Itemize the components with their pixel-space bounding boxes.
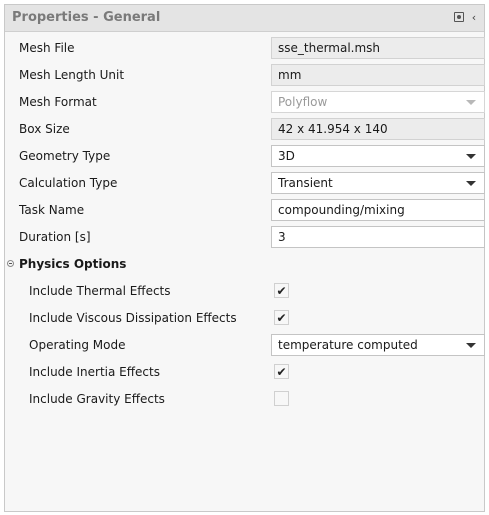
collapse-toggle-icon[interactable] [7, 260, 14, 267]
mesh-file-field: sse_thermal.msh [271, 37, 485, 59]
calculation-type-dropdown[interactable]: Transient [271, 172, 485, 194]
titlebar-icons: ‹ [453, 10, 480, 24]
include-thermal-checkbox[interactable]: ✔ [274, 283, 289, 298]
chevron-down-icon[interactable] [466, 343, 476, 348]
panel-title: Properties - General [12, 10, 161, 25]
chevron-down-icon [466, 100, 476, 105]
duration-label: Duration [s] [19, 230, 91, 244]
box-size-label: Box Size [19, 122, 70, 136]
calculation-type-label: Calculation Type [19, 176, 118, 190]
include-gravity-label: Include Gravity Effects [29, 392, 165, 406]
geometry-type-label: Geometry Type [19, 149, 111, 163]
operating-mode-label: Operating Mode [29, 338, 126, 352]
row-duration: Duration [s] 3 [5, 224, 485, 251]
mesh-length-unit-label: Mesh Length Unit [19, 68, 125, 82]
properties-panel: Properties - General ‹ Mesh File sse_the… [4, 4, 485, 512]
box-size-field: 42 x 41.954 x 140 [271, 118, 485, 140]
include-inertia-label: Include Inertia Effects [29, 365, 160, 379]
include-inertia-checkbox[interactable]: ✔ [274, 364, 289, 379]
row-mesh-file: Mesh File sse_thermal.msh [5, 35, 485, 62]
row-include-gravity: Include Gravity Effects [5, 386, 484, 413]
row-box-size: Box Size 42 x 41.954 x 140 [5, 116, 485, 143]
geometry-type-value: 3D [278, 149, 295, 163]
row-mesh-length-unit: Mesh Length Unit mm [5, 62, 485, 89]
task-name-input[interactable]: compounding/mixing [271, 199, 485, 221]
mesh-format-value: Polyflow [278, 95, 328, 109]
chevron-down-icon[interactable] [466, 154, 476, 159]
collapse-arrow-icon[interactable]: ‹ [468, 10, 480, 24]
operating-mode-value: temperature computed [278, 338, 418, 352]
duration-input[interactable]: 3 [271, 226, 485, 248]
include-gravity-checkbox[interactable] [274, 391, 289, 406]
row-calculation-type: Calculation Type Transient [5, 170, 485, 197]
physics-options-label: Physics Options [19, 257, 127, 271]
mesh-file-label: Mesh File [19, 41, 75, 55]
row-operating-mode: Operating Mode temperature computed [5, 332, 485, 359]
row-task-name: Task Name compounding/mixing [5, 197, 485, 224]
chevron-down-icon[interactable] [466, 181, 476, 186]
mesh-format-dropdown: Polyflow [271, 91, 485, 113]
row-include-inertia: Include Inertia Effects ✔ [5, 359, 484, 386]
physics-options-header[interactable]: Physics Options [5, 251, 484, 278]
include-viscous-label: Include Viscous Dissipation Effects [29, 311, 237, 325]
panel-titlebar: Properties - General ‹ [5, 5, 484, 32]
row-geometry-type: Geometry Type 3D [5, 143, 485, 170]
operating-mode-dropdown[interactable]: temperature computed [271, 334, 485, 356]
pin-icon[interactable] [453, 10, 465, 24]
include-viscous-checkbox[interactable]: ✔ [274, 310, 289, 325]
row-mesh-format: Mesh Format Polyflow [5, 89, 485, 116]
task-name-label: Task Name [19, 203, 85, 217]
geometry-type-dropdown[interactable]: 3D [271, 145, 485, 167]
include-thermal-label: Include Thermal Effects [29, 284, 171, 298]
calculation-type-value: Transient [278, 176, 333, 190]
mesh-format-label: Mesh Format [19, 95, 97, 109]
row-include-viscous: Include Viscous Dissipation Effects ✔ [5, 305, 484, 332]
row-include-thermal: Include Thermal Effects ✔ [5, 278, 484, 305]
mesh-length-unit-field: mm [271, 64, 485, 86]
